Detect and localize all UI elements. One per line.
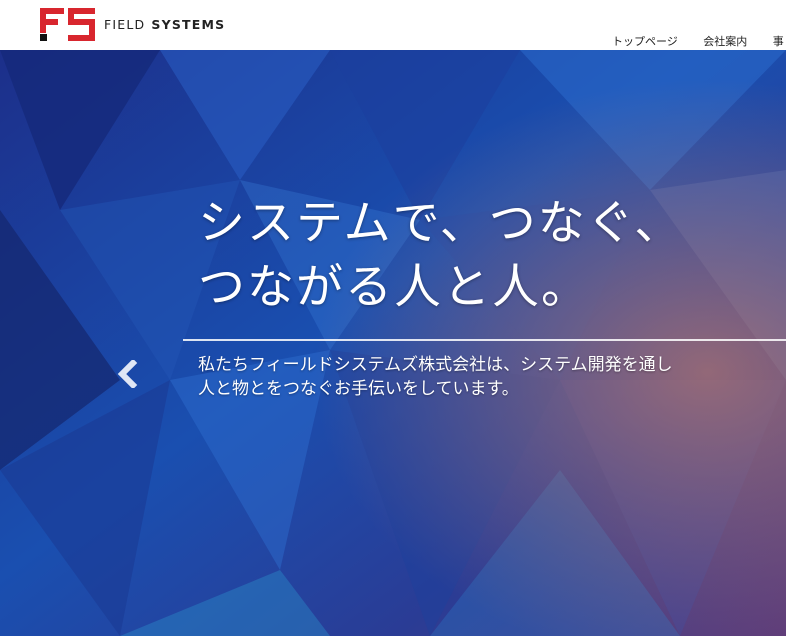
hero-description-line1: 私たちフィールドシステムズ株式会社は、システム開発を通し: [198, 355, 673, 375]
hero-background: [0, 50, 786, 636]
main-nav: トップページ 会社案内 事: [612, 33, 786, 49]
hero-headline-line2: つながる人と人。: [198, 260, 590, 315]
field-systems-logo[interactable]: [40, 8, 95, 42]
nav-item-top[interactable]: トップページ: [612, 35, 678, 48]
brand-primary: FIELD: [104, 17, 146, 32]
hero-headline-line1: システムで、つなぐ、: [198, 196, 684, 251]
hero-description-line2: 人と物とをつなぐお手伝いをしています。: [198, 379, 519, 399]
hero-headline: システムで、つなぐ、 つながる人と人。: [198, 192, 683, 320]
chevron-left-icon[interactable]: [116, 360, 140, 388]
hero-slider: [0, 50, 786, 636]
nav-item-company[interactable]: 会社案内: [703, 35, 747, 48]
hero-divider: [183, 339, 786, 341]
nav-item-business[interactable]: 事: [773, 35, 784, 48]
hero-description: 私たちフィールドシステムズ株式会社は、システム開発を通し 人と物とをつなぐお手伝…: [198, 353, 673, 401]
site-header: FIELD SYSTEMS トップページ 会社案内 事: [0, 0, 786, 50]
brand-name[interactable]: FIELD SYSTEMS: [104, 17, 225, 32]
brand-secondary: SYSTEMS: [151, 17, 226, 32]
